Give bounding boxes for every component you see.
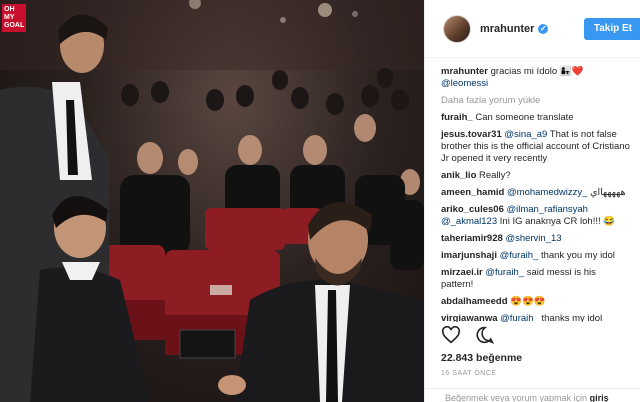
comment-username[interactable]: abdalhameedd — [441, 296, 508, 307]
comment-username[interactable]: ariko_cules06 — [441, 204, 504, 215]
comment-row: jesus.tovar31 @sina_a9 That is not false… — [441, 129, 630, 165]
comment-row: imarjunshaji @furaih_ thank you my idol — [441, 250, 630, 262]
post-header: mrahunter ✓ Takip Et — [425, 0, 640, 58]
post-timestamp: 16 SAAT ÖNCE — [441, 370, 497, 377]
caption-mention[interactable]: @leomessi — [441, 78, 488, 89]
login-prompt: Beğenmek veya yorum yapmak için giriş — [425, 388, 640, 402]
comment-text: Really? — [479, 170, 511, 181]
watermark-line: GOAL — [4, 22, 25, 29]
follow-button[interactable]: Takip Et — [583, 18, 640, 40]
comment-mention[interactable]: @furaih_ — [500, 250, 539, 261]
comment-row: ameen_hamid @mohamedwizzy_ هههههااي — [441, 187, 630, 199]
comment-text: هههههااي — [590, 187, 626, 198]
comment-mention[interactable]: @shervin_13 — [505, 233, 561, 244]
avatar[interactable] — [443, 14, 471, 43]
comment-container: furaih_ Can someone translate jesus.tovar… — [441, 112, 630, 322]
comment-username[interactable]: ameen_hamid — [441, 187, 504, 198]
watermark-logo: OH MY GOAL — [2, 4, 26, 32]
verified-badge-icon: ✓ — [538, 23, 549, 34]
action-bar — [441, 326, 495, 344]
comment-row: taheriamir928 @shervin_13 — [441, 233, 630, 245]
comment-row: mirzaei.ir @furaih_ said messi is his pa… — [441, 267, 630, 291]
comment-row: abdalhameedd 😍😍😍 — [441, 296, 630, 308]
comments-list: mrahunter gracias mi ídolo 👩‍👧❤️ @leomes… — [425, 58, 640, 322]
load-more-comments-link[interactable]: Daha fazla yorum yükle — [441, 95, 630, 106]
comment-mention[interactable]: @mohamedwizzy_ — [507, 187, 587, 198]
comment-row: virgiawanwa @furaih_ thanks my idol — [441, 313, 630, 322]
watermark-line: OH — [4, 6, 15, 13]
caption-username[interactable]: mrahunter — [441, 66, 488, 77]
caption: mrahunter gracias mi ídolo 👩‍👧❤️ @leomes… — [441, 66, 630, 90]
comment-username[interactable]: imarjunshaji — [441, 250, 497, 261]
comment-row: furaih_ Can someone translate — [441, 112, 630, 124]
login-prompt-text: Beğenmek veya yorum yapmak için — [445, 393, 588, 402]
comment-mention[interactable]: @furaih_ — [485, 267, 524, 278]
heart-icon[interactable] — [441, 326, 461, 344]
comment-text: 😍😍😍 — [510, 296, 546, 307]
comment-username[interactable]: taheriamir928 — [441, 233, 503, 244]
comment-text: thanks my idol — [541, 313, 603, 322]
post-side-panel: mrahunter ✓ Takip Et mrahunter gracias m… — [424, 0, 640, 402]
comment-text: Can someone translate — [475, 112, 574, 123]
comment-username[interactable]: mirzaei.ir — [441, 267, 483, 278]
comment-username[interactable]: jesus.tovar31 — [441, 129, 502, 140]
comment-username[interactable]: virgiawanwa — [441, 313, 498, 322]
comment-row: ariko_cules06 @ilman_rafiansyah @_akmal1… — [441, 204, 630, 228]
likes-count[interactable]: 22.843 beğenme — [441, 352, 522, 364]
comment-username[interactable]: anik_lio — [441, 170, 476, 181]
comment-text: Ini IG anaknya CR loh!!! 😂 — [499, 216, 616, 227]
header-username[interactable]: mrahunter — [480, 23, 534, 35]
comment-mention[interactable]: @furaih_ — [500, 313, 539, 322]
photo-illustration — [0, 0, 424, 402]
post-photo[interactable]: OH MY GOAL — [0, 0, 424, 402]
watermark-line: MY — [4, 14, 15, 21]
login-link[interactable]: giriş — [590, 393, 609, 402]
caption-text: gracias mi ídolo 👩‍👧❤️ — [490, 66, 584, 77]
comment-mention[interactable]: @sina_a9 — [504, 129, 547, 140]
comment-row: anik_lio Really? — [441, 170, 630, 182]
comment-text: thank you my idol — [540, 250, 615, 261]
comment-bubble-icon[interactable] — [475, 326, 495, 344]
comment-username[interactable]: furaih_ — [441, 112, 473, 123]
